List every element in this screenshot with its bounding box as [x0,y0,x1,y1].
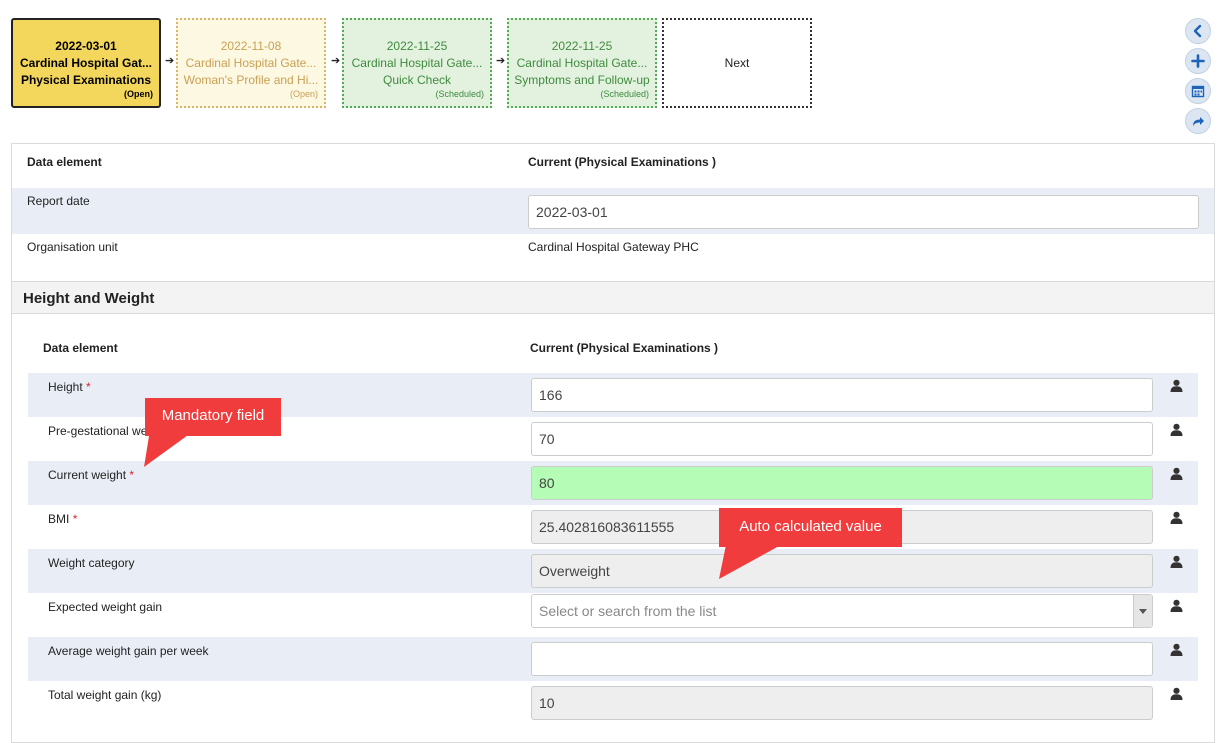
event-org: Cardinal Hospital Gate... [351,56,483,70]
required-marker: * [129,468,135,482]
caret-down-icon [1139,608,1147,614]
event-org: Cardinal Hospital Gate... [185,56,317,70]
event-date: 2022-11-08 [220,39,282,53]
event-stage: Woman's Profile and Hi... [183,73,319,87]
total-weight-gain-label: Total weight gain (kg) [48,688,162,702]
report-date-label: Report date [27,194,90,208]
next-event-button[interactable]: Next [662,18,812,108]
event-card-womans-profile[interactable]: 2022-11-08 Cardinal Hospital Gate... Wom… [176,18,326,108]
section-title: Height and Weight [23,290,155,307]
user-icon[interactable] [1170,687,1183,700]
user-icon[interactable] [1170,555,1183,568]
select-placeholder: Select or search from the list [539,603,717,619]
user-icon[interactable] [1170,423,1183,436]
current-weight-input[interactable]: 80 [531,466,1153,500]
event-org: Cardinal Hospital Gat... [19,56,153,70]
event-status: (Scheduled) [435,89,484,99]
event-stage: Physical Examinations [20,73,152,87]
chevron-left-icon [1193,24,1202,38]
share-icon [1193,117,1204,126]
event-status: (Scheduled) [600,89,649,99]
add-event-button[interactable] [1185,48,1211,74]
user-icon[interactable] [1170,599,1183,612]
previous-button[interactable] [1185,18,1211,44]
user-icon[interactable] [1170,643,1183,656]
report-date-input[interactable]: 2022-03-01 [528,195,1199,229]
mandatory-field-callout: Mandatory field [145,398,281,436]
event-status: (Open) [124,89,153,99]
arrow-right-icon: ➔ [165,55,175,67]
expected-weight-gain-label: Expected weight gain [48,600,163,614]
plus-icon [1191,54,1205,68]
average-weight-gain-label: Average weight gain per week [48,644,209,658]
expected-weight-gain-select[interactable]: Select or search from the list [531,594,1153,628]
event-card-symptoms-follow-up[interactable]: 2022-11-25 Cardinal Hospital Gate... Sym… [507,18,657,108]
arrow-right-icon: ➔ [496,55,506,67]
event-date: 2022-11-25 [386,39,448,53]
arrow-right-icon: ➔ [331,55,341,67]
user-icon[interactable] [1170,467,1183,480]
user-icon[interactable] [1170,511,1183,524]
required-marker: * [86,380,91,394]
event-date: 2022-11-25 [551,39,613,53]
callout-pointer [144,430,195,467]
required-marker: * [72,512,78,526]
user-icon[interactable] [1170,379,1183,392]
column-header-current: Current (Physical Examinations ) [528,155,717,169]
weight-category-label: Weight category [48,556,135,570]
auto-calculated-callout: Auto calculated value [719,508,902,547]
event-card-physical-examinations[interactable]: 2022-03-01 Cardinal Hospital Gat... Phys… [11,18,161,108]
column-header-data-element: Data element [43,341,118,355]
calendar-icon [1191,85,1205,98]
event-stage: Quick Check [382,73,452,87]
event-status: (Open) [289,89,318,99]
event-card-quick-check[interactable]: 2022-11-25 Cardinal Hospital Gate... Qui… [342,18,492,108]
section-header[interactable]: Height and Weight [12,281,1214,314]
event-stage: Symptoms and Follow-up [514,73,650,87]
height-label: Height * [48,380,91,394]
schedule-event-button[interactable] [1185,78,1211,104]
weight-category-input: Overweight [531,554,1153,588]
org-unit-label: Organisation unit [27,240,118,254]
column-header-data-element: Data element [27,155,102,169]
column-header-current: Current (Physical Examinations ) [530,341,719,355]
refer-event-button[interactable] [1185,108,1211,134]
event-date: 2022-03-01 [55,39,117,53]
bmi-label: BMI * [48,512,78,526]
next-label: Next [724,56,750,70]
total-weight-gain-input: 10 [531,686,1153,720]
event-org: Cardinal Hospital Gate... [516,56,648,70]
dropdown-toggle[interactable] [1133,595,1152,627]
org-unit-value: Cardinal Hospital Gateway PHC [528,240,699,254]
current-weight-label: Current weight * [48,468,135,482]
pre-gestational-weight-input[interactable]: 70 [531,422,1153,456]
height-input[interactable]: 166 [531,378,1153,412]
average-weight-gain-input[interactable] [531,642,1153,676]
